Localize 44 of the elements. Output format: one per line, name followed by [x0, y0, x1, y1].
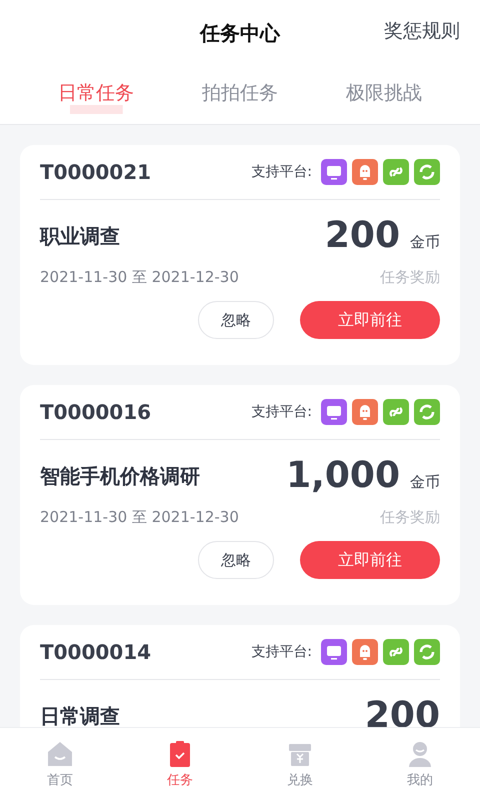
task-title: 日常调查: [40, 702, 120, 727]
platforms-label: 支持平台:: [251, 403, 312, 421]
nav-item[interactable]: 我的: [360, 728, 480, 800]
ghost-icon: [352, 159, 378, 185]
reward-label: 任务奖励: [380, 508, 440, 527]
reward-unit: 金币: [410, 233, 440, 251]
nav-item[interactable]: 兑换: [240, 728, 360, 800]
link-icon: [383, 639, 409, 665]
reward-unit: 金币: [410, 473, 440, 491]
task-title: 智能手机价格调研: [40, 462, 200, 490]
go-button[interactable]: 立即前往: [300, 301, 440, 339]
date-range: 2021-11-30 至 2021-12-30: [40, 268, 239, 287]
task-title: 职业调查: [40, 222, 120, 250]
task-id: T0000016: [40, 400, 152, 424]
reward-amount: 200: [324, 215, 400, 256]
monitor-icon: [321, 399, 347, 425]
tab[interactable]: 极限挑战: [340, 76, 428, 114]
refresh-icon: [414, 159, 440, 185]
ignore-button[interactable]: 忽略: [198, 301, 274, 339]
task-id: T0000021: [40, 160, 152, 184]
reward-amount: 1,000: [286, 455, 400, 496]
link-icon: [383, 399, 409, 425]
refresh-icon: [414, 399, 440, 425]
link-icon: [383, 159, 409, 185]
ignore-button[interactable]: 忽略: [198, 541, 274, 579]
nav-item[interactable]: 任务: [120, 728, 240, 800]
tab[interactable]: 拍拍任务: [196, 76, 284, 114]
ghost-icon: [352, 399, 378, 425]
ghost-icon: [352, 639, 378, 665]
go-button[interactable]: 立即前往: [300, 541, 440, 579]
home-icon: [46, 740, 74, 768]
task-id: T0000014: [40, 640, 152, 664]
reward-label: 任务奖励: [380, 268, 440, 287]
platforms-label: 支持平台:: [251, 163, 312, 181]
rules-link[interactable]: 奖惩规则: [384, 18, 460, 44]
nav-item[interactable]: 首页: [0, 728, 120, 800]
monitor-icon: [321, 159, 347, 185]
monitor-icon: [321, 639, 347, 665]
user-icon: [407, 740, 433, 768]
page-title: 任务中心: [200, 20, 280, 46]
platforms-label: 支持平台:: [251, 643, 312, 661]
refresh-icon: [414, 639, 440, 665]
clipboard-check-icon: [168, 740, 192, 768]
date-range: 2021-11-30 至 2021-12-30: [40, 508, 239, 527]
